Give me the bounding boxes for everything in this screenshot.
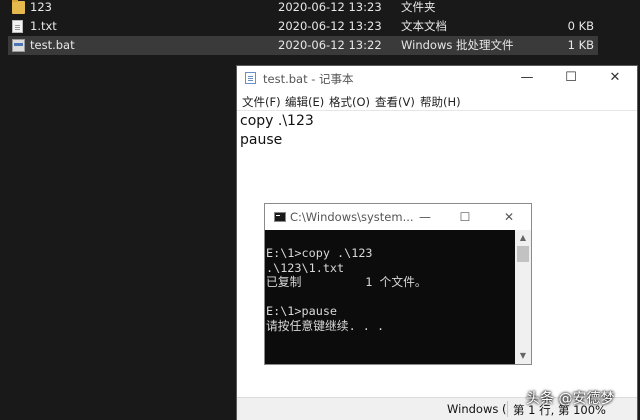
notepad-icon (245, 72, 256, 84)
menu-bar: 文件(F) 编辑(E) 格式(O) 查看(V) 帮助(H) (237, 92, 637, 112)
file-name: 1.txt (30, 19, 57, 33)
file-type: 文本文档 (401, 19, 447, 33)
batch-file-icon (12, 39, 25, 52)
file-date: 2020-06-12 13:23 (278, 0, 382, 14)
file-name: 123 (30, 0, 52, 14)
file-row-123[interactable]: 123 2020-06-12 13:23 文件夹 (8, 0, 598, 17)
file-row-1-txt[interactable]: 1.txt 2020-06-12 13:23 文本文档 0 KB (8, 17, 598, 36)
file-size: 0 KB (567, 19, 594, 33)
file-size: 1 KB (567, 38, 594, 52)
folder-icon (12, 0, 25, 14)
file-type: 文件夹 (401, 0, 436, 14)
editor-text-area[interactable]: copy .\123 pause (240, 112, 314, 150)
console-maximize-button[interactable]: ☐ (445, 205, 485, 229)
scroll-thumb[interactable] (517, 246, 529, 262)
minimize-button[interactable]: — (505, 66, 549, 90)
console-title: C:\Windows\system... (290, 210, 414, 224)
scroll-up-icon[interactable]: ▲ (515, 231, 531, 245)
scroll-down-icon[interactable]: ▼ (515, 349, 531, 363)
maximize-button[interactable]: ☐ (549, 66, 593, 90)
console-scrollbar[interactable]: ▲ ▼ (515, 230, 531, 364)
menu-help[interactable]: 帮助(H) (420, 94, 461, 110)
menu-view[interactable]: 查看(V) (375, 94, 415, 110)
file-type: Windows 批处理文件 (401, 38, 514, 52)
console-output-area[interactable]: E:\1>copy .\123 .\123\1.txt 已复制 1 个文件。 E… (265, 230, 515, 364)
menu-format[interactable]: 格式(O) (329, 94, 370, 110)
watermark: 头条 @安德梦 (526, 391, 615, 407)
menu-edit[interactable]: 编辑(E) (285, 94, 324, 110)
console-output: E:\1>copy .\123 .\123\1.txt 已复制 1 个文件。 E… (266, 246, 427, 333)
notepad-titlebar[interactable]: test.bat - 记事本 — ☐ ✕ (237, 66, 637, 90)
status-encoding: Windows ( (447, 402, 507, 416)
file-date: 2020-06-12 13:23 (278, 19, 382, 33)
status-divider (507, 401, 508, 417)
file-date: 2020-06-12 13:22 (278, 38, 382, 52)
menu-file[interactable]: 文件(F) (242, 94, 281, 110)
console-icon (274, 212, 286, 222)
file-name: test.bat (30, 38, 75, 52)
text-file-icon (12, 20, 23, 33)
file-row-test-bat[interactable]: test.bat 2020-06-12 13:22 Windows 批处理文件 … (8, 36, 598, 55)
console-titlebar[interactable]: C:\Windows\system... — ☐ ✕ (265, 204, 531, 230)
console-minimize-button[interactable]: — (405, 205, 445, 229)
menu-divider (237, 110, 637, 111)
console-close-button[interactable]: ✕ (489, 205, 529, 229)
close-button[interactable]: ✕ (593, 66, 637, 90)
window-title: test.bat - 记事本 (263, 72, 354, 86)
console-window: C:\Windows\system... — ☐ ✕ E:\1>copy .\1… (265, 204, 531, 364)
